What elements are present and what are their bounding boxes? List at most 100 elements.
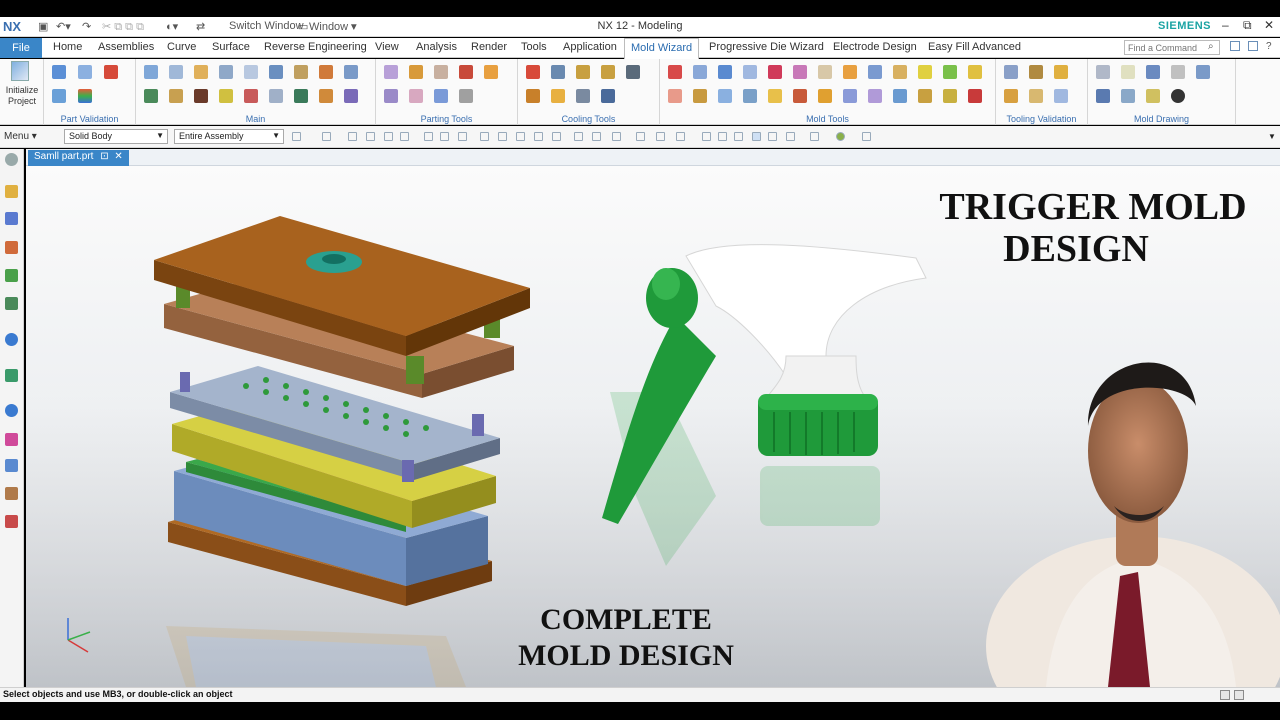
tab-analysis[interactable]: Analysis [416,41,457,53]
selection-filter-icon[interactable] [322,132,331,141]
parting-tool-icon[interactable] [459,65,473,79]
mold-drawing-tool-icon[interactable] [1096,65,1110,79]
mold-tool-icon[interactable] [943,89,957,103]
tab-home[interactable]: Home [53,41,82,53]
view-tool-icon[interactable] [702,132,711,141]
main-tool-icon[interactable] [194,89,208,103]
main-tool-icon[interactable] [244,89,258,103]
gear-icon[interactable] [5,153,18,166]
selection-filter-icon[interactable] [400,132,409,141]
roles-icon[interactable] [5,433,18,446]
tab-easy-fill-advanced[interactable]: Easy Fill Advanced [928,41,1021,53]
mold-drawing-tool-icon[interactable] [1196,65,1210,79]
part-validation-tool-icon[interactable] [104,65,118,79]
parting-tool-icon[interactable] [409,89,423,103]
reuse-library-icon[interactable] [5,269,18,282]
main-tool-icon[interactable] [344,65,358,79]
main-tool-icon[interactable] [244,65,258,79]
mold-tool-icon[interactable] [693,89,707,103]
help-icon[interactable] [1248,41,1258,51]
mold-tool-icon[interactable] [743,89,757,103]
tab-render[interactable]: Render [471,41,507,53]
cooling-tool-icon[interactable] [526,89,540,103]
mold-library-icon[interactable] [5,515,18,528]
view-tool-icon[interactable] [734,132,743,141]
mold-tool-icon[interactable] [893,89,907,103]
mold-tool-icon[interactable] [793,89,807,103]
close-icon[interactable]: ✕ [1264,18,1274,32]
mold-tool-icon[interactable] [968,89,982,103]
mold-drawing-tool-icon[interactable] [1146,89,1160,103]
selection-filter-icon[interactable] [458,132,467,141]
tab-mold-wizard[interactable]: Mold Wizard [624,38,700,59]
mold-drawing-tool-icon[interactable] [1121,89,1135,103]
mold-tool-icon[interactable] [693,65,707,79]
tooling-validation-tool-icon[interactable] [1054,89,1068,103]
mold-drawing-tool-icon[interactable] [1121,65,1135,79]
main-tool-icon[interactable] [169,65,183,79]
view-tool-icon[interactable] [752,132,761,141]
hd3d-tools-icon[interactable] [5,297,18,310]
help-toggle-icon[interactable]: ? [1266,41,1272,52]
main-tool-icon[interactable] [194,65,208,79]
part-navigator-icon[interactable] [5,241,18,254]
initialize-project-icon[interactable] [11,61,29,81]
snap-point-icon[interactable] [676,132,685,141]
main-tool-icon[interactable] [269,65,283,79]
document-tab[interactable]: Samll part.prt ⊡ ✕ [28,150,129,166]
main-tool-icon[interactable] [219,89,233,103]
view-tool-icon[interactable] [786,132,795,141]
cooling-tool-icon[interactable] [526,65,540,79]
web-browser-icon[interactable] [5,333,18,346]
mold-tool-icon[interactable] [768,89,782,103]
part-validation-tool-icon[interactable] [78,89,92,103]
tab-reverse-engineering[interactable]: Reverse Engineering [264,41,367,53]
tooling-validation-tool-icon[interactable] [1054,65,1068,79]
mold-tool-icon[interactable] [893,65,907,79]
mold-tool-icon[interactable] [668,89,682,103]
selection-filter-icon[interactable] [348,132,357,141]
mold-tool-icon[interactable] [668,65,682,79]
mold-tool-icon[interactable] [818,89,832,103]
main-tool-icon[interactable] [219,65,233,79]
parting-tool-icon[interactable] [384,89,398,103]
snap-point-icon[interactable] [552,132,561,141]
tooling-validation-tool-icon[interactable] [1004,89,1018,103]
mold-drawing-tool-icon[interactable] [1146,65,1160,79]
mold-drawing-tool-icon[interactable] [1171,65,1185,79]
tools-palette-icon[interactable] [5,487,18,500]
snap-point-icon[interactable] [534,132,543,141]
mold-tool-icon[interactable] [718,89,732,103]
cooling-tool-icon[interactable] [626,65,640,79]
cooling-tool-icon[interactable] [551,89,565,103]
snap-point-icon[interactable] [636,132,645,141]
status-icon[interactable] [1234,690,1244,700]
selection-filter-icon[interactable] [292,132,301,141]
restore-icon[interactable]: ⧉ [1243,18,1252,33]
mold-tool-icon[interactable] [918,89,932,103]
history-icon[interactable] [5,369,18,382]
menu-button[interactable]: Menu ▾ [4,131,37,142]
mold-tool-icon[interactable] [968,65,982,79]
tab-progressive-die-wizard[interactable]: Progressive Die Wizard [709,41,824,53]
selection-filter-icon[interactable] [384,132,393,141]
cooling-tool-icon[interactable] [551,65,565,79]
snap-point-icon[interactable] [612,132,621,141]
mold-tool-icon[interactable] [718,65,732,79]
selection-scope-dropdown[interactable]: Entire Assembly ▼ [174,129,284,144]
selection-filter-icon[interactable] [366,132,375,141]
parting-tool-icon[interactable] [409,65,423,79]
close-tab-icon[interactable]: ✕ [114,151,122,162]
mold-tool-icon[interactable] [843,65,857,79]
tooling-validation-tool-icon[interactable] [1029,65,1043,79]
view-tool-icon[interactable] [810,132,819,141]
mold-tool-icon[interactable] [768,65,782,79]
file-tab[interactable]: File [0,38,42,58]
part-validation-tool-icon[interactable] [52,89,66,103]
render-style-icon[interactable] [836,132,845,141]
snap-point-icon[interactable] [516,132,525,141]
main-tool-icon[interactable] [144,89,158,103]
parting-tool-icon[interactable] [384,65,398,79]
part-validation-tool-icon[interactable] [52,65,66,79]
toolbar-options-icon[interactable]: ▼ [1268,132,1276,141]
